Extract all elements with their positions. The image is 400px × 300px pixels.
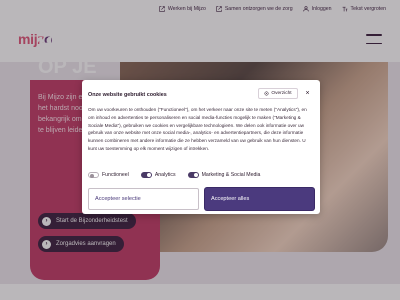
- cookie-toggles: Functioneel Analytics Marketing & Social…: [88, 172, 260, 178]
- marketing-switch[interactable]: [187, 172, 199, 178]
- cookie-actions: Accepteer selectie Accepteer alles: [88, 188, 314, 210]
- functioneel-switch[interactable]: [88, 172, 99, 178]
- analytics-switch[interactable]: [140, 172, 152, 178]
- functioneel-label: Functioneel: [102, 172, 129, 178]
- toggle-analytics[interactable]: Analytics: [140, 172, 176, 178]
- accept-selection-button[interactable]: Accepteer selectie: [88, 188, 199, 210]
- toggle-functioneel[interactable]: Functioneel: [88, 172, 129, 178]
- toggle-marketing[interactable]: Marketing & Social Media: [187, 172, 261, 178]
- cookie-dialog-title: Onze website gebruikt cookies: [88, 92, 167, 98]
- overview-label: Overzicht: [271, 91, 292, 96]
- accept-all-button[interactable]: Accepteer alles: [205, 188, 314, 210]
- overview-button[interactable]: Overzicht: [258, 88, 298, 99]
- marketing-label: Marketing & Social Media: [201, 172, 261, 178]
- close-icon[interactable]: ×: [302, 88, 313, 99]
- analytics-label: Analytics: [154, 172, 176, 178]
- cookie-dialog-body: Om uw voorkeuren te onthouden ("Function…: [88, 107, 307, 151]
- cookie-dialog: Onze website gebruikt cookies Overzicht …: [82, 80, 320, 214]
- settings-icon: [264, 91, 269, 96]
